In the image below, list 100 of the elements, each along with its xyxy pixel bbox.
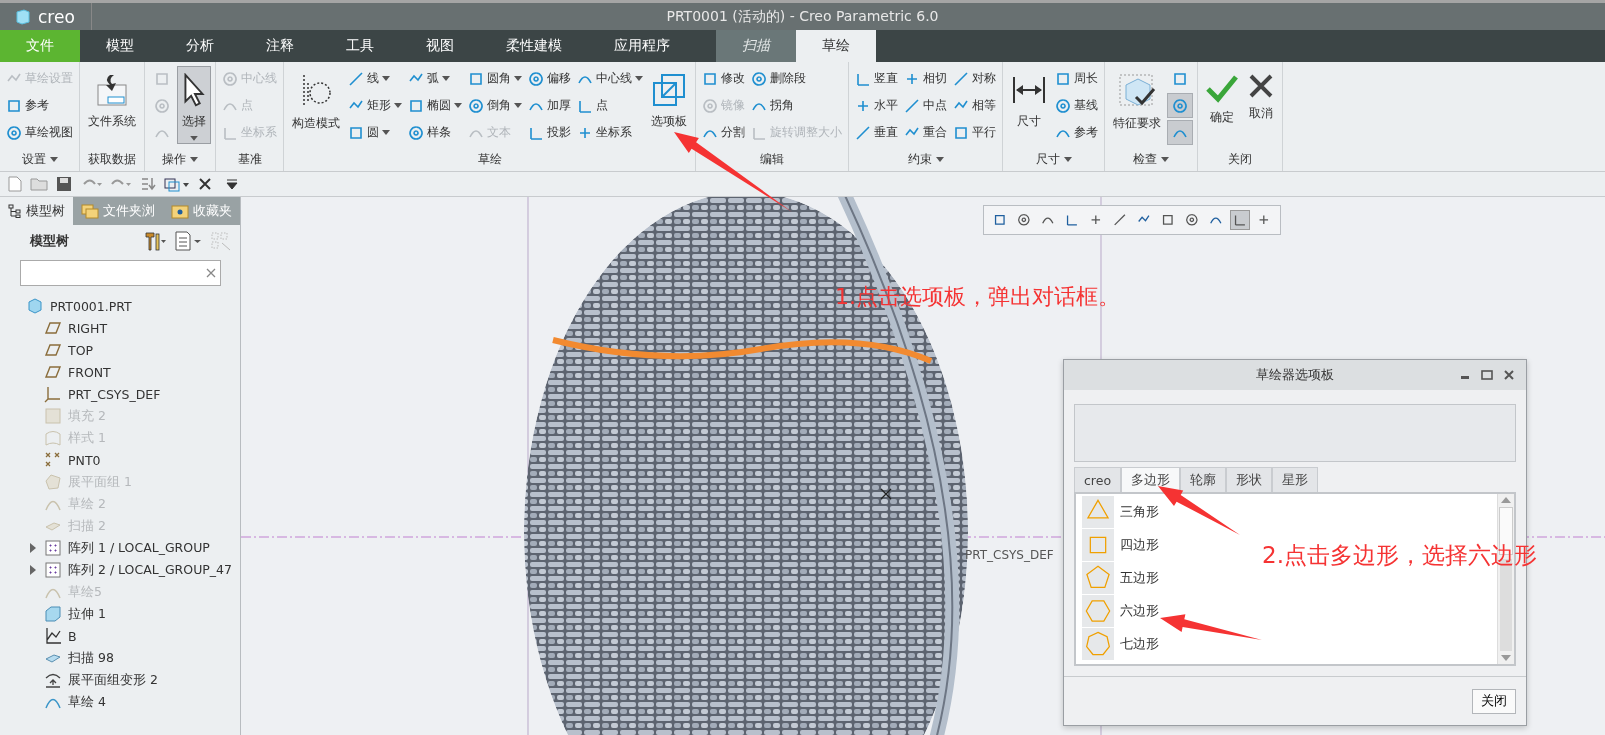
shape-item[interactable]: 三角形 [1082,496,1159,528]
tool-button[interactable]: 加厚 [526,93,573,118]
tool-button[interactable]: 投影 [526,120,573,145]
tool-button[interactable]: 确定 [1202,66,1242,144]
clear-icon[interactable] [206,268,216,278]
toggle-button[interactable] [1167,120,1193,145]
tool-button[interactable]: 选项板 [647,66,691,144]
shape-item[interactable]: 六边形 [1082,595,1159,627]
scroll-down-icon[interactable] [1501,655,1511,661]
shape-item[interactable]: 四边形 [1082,529,1159,561]
palette-tab[interactable]: 轮廓 [1180,467,1227,492]
panel-tab[interactable]: 模型树 [0,197,73,225]
tree-item[interactable]: PRT0001.PRT [50,298,132,314]
palette-tab[interactable]: creo [1074,467,1122,492]
tool-button[interactable]: 弧 [406,66,464,91]
windows-icon[interactable] [164,176,190,192]
tree-item[interactable]: PRT_CSYS_DEF [68,386,161,402]
menu-tab[interactable]: 模型 [80,30,160,62]
view-tool-button[interactable] [1230,210,1250,230]
tool-button[interactable]: 点 [575,93,645,118]
tool-button[interactable]: 参考 [1053,120,1100,145]
expand-arrow-icon[interactable] [29,543,37,553]
tree-item[interactable]: 扫描 98 [68,649,114,667]
tool-button[interactable]: 特征要求 [1109,66,1165,144]
tree-item[interactable]: TOP [68,342,93,358]
tool-button[interactable]: 倒角 [466,93,524,118]
tool-button[interactable]: 圆 [346,120,404,145]
view-tool-icon [1161,213,1175,227]
list-settings-icon[interactable] [174,231,202,251]
expand-arrow-icon[interactable] [29,565,37,575]
tool-button[interactable]: 周长 [1053,66,1100,91]
pattern-icon [44,561,62,579]
tool-button[interactable]: 构造模式 [288,66,344,144]
tool-button[interactable]: 相等 [951,93,998,118]
tool-button[interactable]: 圆角 [466,66,524,91]
shape-item[interactable]: 五边形 [1082,562,1159,594]
menu-tab[interactable]: 分析 [160,30,240,62]
save-icon[interactable] [56,176,72,192]
tool-button[interactable]: 文件系统 [84,66,140,144]
menu-tab[interactable]: 注释 [240,30,320,62]
palette-tab[interactable]: 多边形 [1121,467,1181,492]
group-label: 获取数据 [88,150,136,168]
tool-button[interactable]: 偏移 [526,66,573,91]
menu-tab[interactable]: 应用程序 [588,30,696,62]
menu-tab[interactable]: 柔性建模 [480,30,588,62]
tool-button[interactable]: 选择 [177,66,211,144]
menu-tab[interactable]: 扫描 [716,30,796,62]
tool-button[interactable]: 线 [346,66,404,91]
tree-item[interactable]: 拉伸 1 [68,605,106,623]
tree-item[interactable]: 阵列 1 / LOCAL_GROUP [68,539,210,557]
csys-label: PRT_CSYS_DEF [965,548,1054,562]
palette-tab[interactable]: 星形 [1272,467,1319,492]
maximize-button[interactable] [1480,368,1494,382]
customize-caret-icon[interactable] [226,176,238,192]
tool-button[interactable]: 重合 [902,120,949,145]
tool-button[interactable]: 坐标系 [575,120,645,145]
tool-button[interactable]: 参考 [4,93,75,118]
tree-item[interactable]: FRONT [68,364,111,380]
tool-button[interactable]: 删除段 [749,66,844,91]
tool-button[interactable]: 样条 [406,120,464,145]
tool-icon [1055,97,1071,114]
tool-button[interactable]: 草绘视图 [4,120,75,145]
tool-button[interactable]: 平行 [951,120,998,145]
tool-button[interactable]: 对称 [951,66,998,91]
tool-button[interactable]: 修改 [700,66,747,91]
shape-item[interactable]: 七边形 [1082,628,1159,660]
tool-button[interactable]: 中点 [902,93,949,118]
tool-button[interactable]: 分割 [700,120,747,145]
tree-item[interactable]: RIGHT [68,320,108,336]
tree-item[interactable]: B [68,628,77,644]
scroll-up-icon[interactable] [1501,497,1511,503]
close-window-icon[interactable] [198,177,212,191]
tree-item[interactable]: 展平面组变形 2 [68,671,158,689]
regenerate-icon[interactable] [140,176,156,192]
tool-button[interactable]: 基线 [1053,93,1100,118]
tool-button[interactable]: 拐角 [749,93,844,118]
tool-button[interactable]: 矩形 [346,93,404,118]
tool-button[interactable]: 中心线 [575,66,645,91]
tool-button[interactable]: 垂直 [853,120,900,145]
tool-button[interactable]: 椭圆 [406,93,464,118]
search-field[interactable] [20,260,221,286]
tree-item[interactable]: 阵列 2 / LOCAL_GROUP_47 [68,561,232,579]
menu-tab[interactable]: 视图 [400,30,480,62]
pattern-icon [44,539,62,557]
tool-button[interactable]: 竖直 [853,66,900,91]
close-button[interactable] [1502,368,1516,382]
toggle-button[interactable] [1167,93,1193,118]
tool-button[interactable]: 相切 [902,66,949,91]
group-label: 基准 [237,150,262,168]
tool-button[interactable]: 取消 [1244,66,1278,144]
tool-button[interactable]: 水平 [853,93,900,118]
menu-tab[interactable]: 草绘 [796,30,876,62]
tool-button[interactable]: 尺寸 [1007,66,1051,144]
close-dialog-button[interactable]: 关闭 [1472,688,1516,714]
palette-tab[interactable]: 形状 [1226,467,1273,492]
fill-icon [44,407,62,425]
tools-icon[interactable] [142,231,166,251]
tree-item[interactable]: 草绘 4 [68,693,106,711]
menu-tab[interactable]: 工具 [320,30,400,62]
tree-item[interactable]: PNT0 [68,452,101,468]
